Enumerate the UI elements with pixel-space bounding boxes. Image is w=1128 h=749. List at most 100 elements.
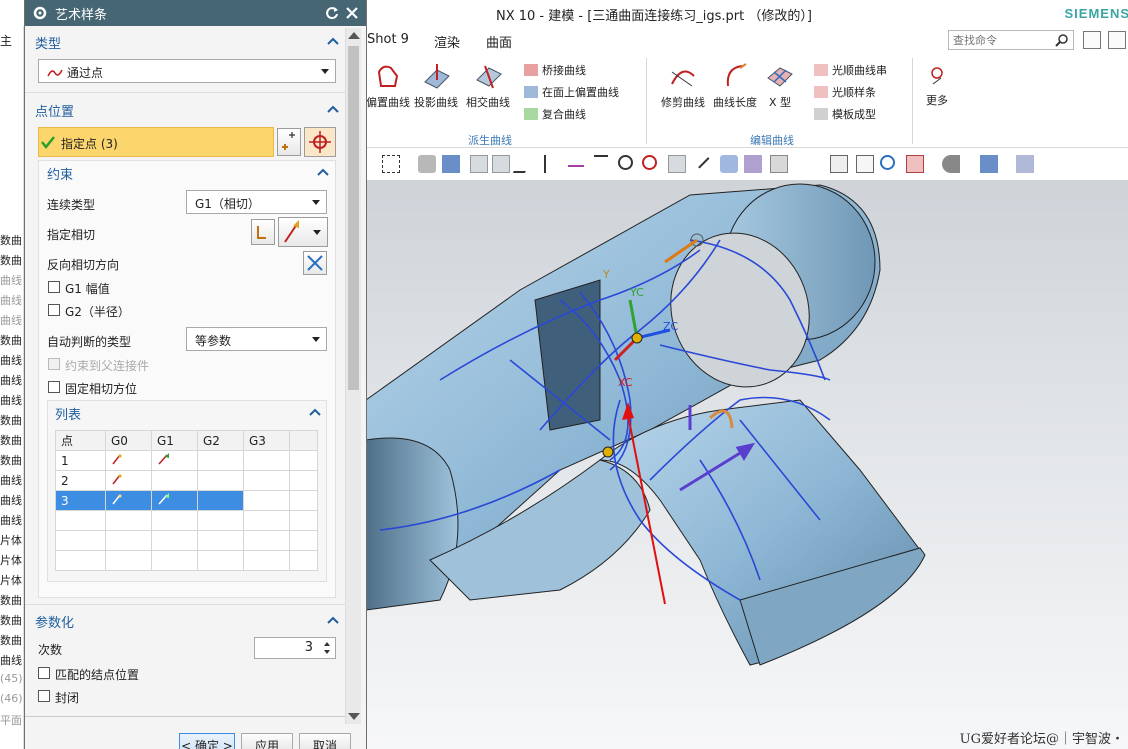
midpoint-icon[interactable] bbox=[544, 155, 552, 173]
collapse-chevron-icon[interactable] bbox=[327, 105, 339, 113]
zoom-view-icon[interactable] bbox=[856, 155, 874, 173]
constrain-parent-checkbox[interactable] bbox=[48, 358, 60, 370]
fixed-tangent-checkbox[interactable] bbox=[48, 381, 60, 393]
nav-item[interactable]: 数曲 bbox=[0, 232, 24, 248]
type-select[interactable]: 通过点 bbox=[38, 59, 336, 83]
command-search[interactable] bbox=[948, 30, 1074, 50]
nav-item[interactable]: 曲线 bbox=[0, 512, 24, 528]
table-cell[interactable] bbox=[243, 490, 290, 511]
nav-item[interactable]: 数曲 bbox=[0, 332, 24, 348]
section-parameterization[interactable]: 参数化 bbox=[35, 612, 74, 631]
smooth-spline-button[interactable]: 光顺样条 bbox=[814, 84, 876, 100]
collapse-chevron-icon[interactable] bbox=[317, 168, 329, 176]
match-knots-checkbox[interactable] bbox=[38, 667, 50, 679]
rectangle-select-icon[interactable] bbox=[382, 155, 400, 173]
section-list[interactable]: 列表 bbox=[55, 404, 81, 423]
table-cell[interactable] bbox=[197, 470, 244, 491]
nav-item[interactable]: 曲线 bbox=[0, 292, 24, 308]
table-row[interactable]: 1 bbox=[55, 450, 318, 471]
point-dialog-button[interactable] bbox=[277, 128, 301, 156]
collapse-chevron-icon[interactable] bbox=[309, 408, 321, 416]
table-row-selected[interactable]: 3 bbox=[55, 490, 318, 511]
ok-button[interactable]: < 确定 > bbox=[179, 733, 235, 749]
nav-item[interactable]: 片体 bbox=[0, 552, 24, 568]
table-cell[interactable] bbox=[151, 470, 198, 491]
g1-icon[interactable] bbox=[151, 490, 198, 511]
tab-render[interactable]: 渲染 bbox=[434, 32, 460, 51]
intersection-icon[interactable] bbox=[594, 155, 608, 167]
g0-icon[interactable] bbox=[105, 490, 152, 511]
g0-icon[interactable] bbox=[105, 450, 152, 471]
table-cell[interactable] bbox=[243, 470, 290, 491]
reverse-direction-button[interactable] bbox=[303, 251, 327, 275]
snap-point-icon[interactable] bbox=[470, 155, 488, 173]
orient-view-icon[interactable] bbox=[906, 155, 924, 173]
scroll-up-icon[interactable] bbox=[348, 32, 360, 39]
auto-type-select[interactable]: 等参数 bbox=[186, 327, 327, 351]
reset-icon[interactable] bbox=[325, 6, 339, 20]
trim-curve-button[interactable]: 修剪曲线 bbox=[658, 62, 708, 110]
line-select-icon[interactable] bbox=[492, 155, 510, 173]
collapse-chevron-icon[interactable] bbox=[327, 616, 339, 624]
composite-curve-button[interactable]: 复合曲线 bbox=[524, 106, 586, 122]
tab-home-partial[interactable]: 主 bbox=[0, 32, 24, 49]
nav-item[interactable]: 曲线 bbox=[0, 472, 24, 488]
section-type[interactable]: 类型 bbox=[35, 33, 61, 52]
existing-point-icon[interactable] bbox=[668, 155, 686, 173]
inferred-vector-button[interactable] bbox=[278, 217, 328, 247]
nav-item[interactable]: (46) bbox=[0, 692, 24, 705]
table-cell[interactable] bbox=[243, 450, 290, 471]
search-icon[interactable] bbox=[1055, 33, 1069, 47]
tab-surface[interactable]: 曲面 bbox=[486, 32, 512, 51]
nav-item[interactable]: (45) bbox=[0, 672, 24, 685]
edge-display-icon[interactable] bbox=[980, 155, 998, 173]
tab-shot9[interactable]: Shot 9 bbox=[367, 32, 409, 47]
arc-center-icon[interactable] bbox=[618, 155, 633, 170]
nav-item[interactable]: 曲线 bbox=[0, 652, 24, 668]
nav-item[interactable]: 曲线 bbox=[0, 492, 24, 508]
gear-icon[interactable] bbox=[32, 5, 48, 21]
nav-item[interactable]: 曲线 bbox=[0, 372, 24, 388]
bounded-grid-icon[interactable] bbox=[744, 155, 762, 173]
nav-item[interactable]: 曲线 bbox=[0, 312, 24, 328]
nav-item[interactable]: 数曲 bbox=[0, 632, 24, 648]
fit-view-icon[interactable] bbox=[830, 155, 848, 173]
collapse-chevron-icon[interactable] bbox=[327, 37, 339, 45]
nav-item[interactable]: 片体 bbox=[0, 532, 24, 548]
close-window-icon[interactable] bbox=[1108, 31, 1126, 49]
offset-curve-button[interactable]: 偏置曲线 bbox=[366, 62, 410, 110]
specify-point-row[interactable]: 指定点 (3) bbox=[38, 127, 274, 157]
vector-dialog-button[interactable] bbox=[251, 219, 275, 245]
point-on-curve-icon[interactable] bbox=[692, 151, 710, 169]
nav-item[interactable]: 数曲 bbox=[0, 432, 24, 448]
graphics-viewport[interactable]: Y YC ZC XC bbox=[366, 180, 1128, 749]
nav-item[interactable]: 曲线 bbox=[0, 392, 24, 408]
point-on-face-icon[interactable] bbox=[720, 155, 738, 173]
spin-arrows-icon[interactable] bbox=[323, 641, 331, 655]
nav-item[interactable]: 平面 bbox=[0, 712, 24, 728]
more-button[interactable]: 更多 bbox=[922, 64, 952, 108]
table-cell[interactable] bbox=[197, 490, 244, 511]
intersect-curve-button[interactable]: 相交曲线 bbox=[464, 62, 512, 110]
scroll-down-icon[interactable] bbox=[348, 713, 360, 720]
nav-item[interactable]: 数曲 bbox=[0, 452, 24, 468]
g1-magnitude-checkbox[interactable] bbox=[48, 281, 60, 293]
curve-length-button[interactable]: 曲线长度 bbox=[710, 62, 760, 110]
search-input[interactable] bbox=[949, 31, 1053, 49]
point-snap-button[interactable] bbox=[304, 127, 336, 157]
nav-item[interactable]: 数曲 bbox=[0, 592, 24, 608]
nav-item[interactable]: 曲线 bbox=[0, 272, 24, 288]
quadrant-icon[interactable] bbox=[642, 155, 657, 170]
control-point-icon[interactable] bbox=[568, 155, 584, 167]
closed-checkbox[interactable] bbox=[38, 690, 50, 702]
continuity-type-select[interactable]: G1（相切） bbox=[186, 190, 327, 214]
g2-radius-checkbox[interactable] bbox=[48, 304, 60, 316]
rotate-view-icon[interactable] bbox=[880, 155, 895, 170]
shaded-view-icon[interactable] bbox=[418, 155, 436, 173]
apply-button[interactable]: 应用 bbox=[241, 733, 293, 749]
nav-item[interactable]: 曲线 bbox=[0, 352, 24, 368]
nav-item[interactable]: 数曲 bbox=[0, 612, 24, 628]
degree-stepper[interactable]: 3 bbox=[254, 637, 336, 659]
offset-on-face-button[interactable]: 在面上偏置曲线 bbox=[524, 84, 619, 100]
g1-icon[interactable] bbox=[151, 450, 198, 471]
